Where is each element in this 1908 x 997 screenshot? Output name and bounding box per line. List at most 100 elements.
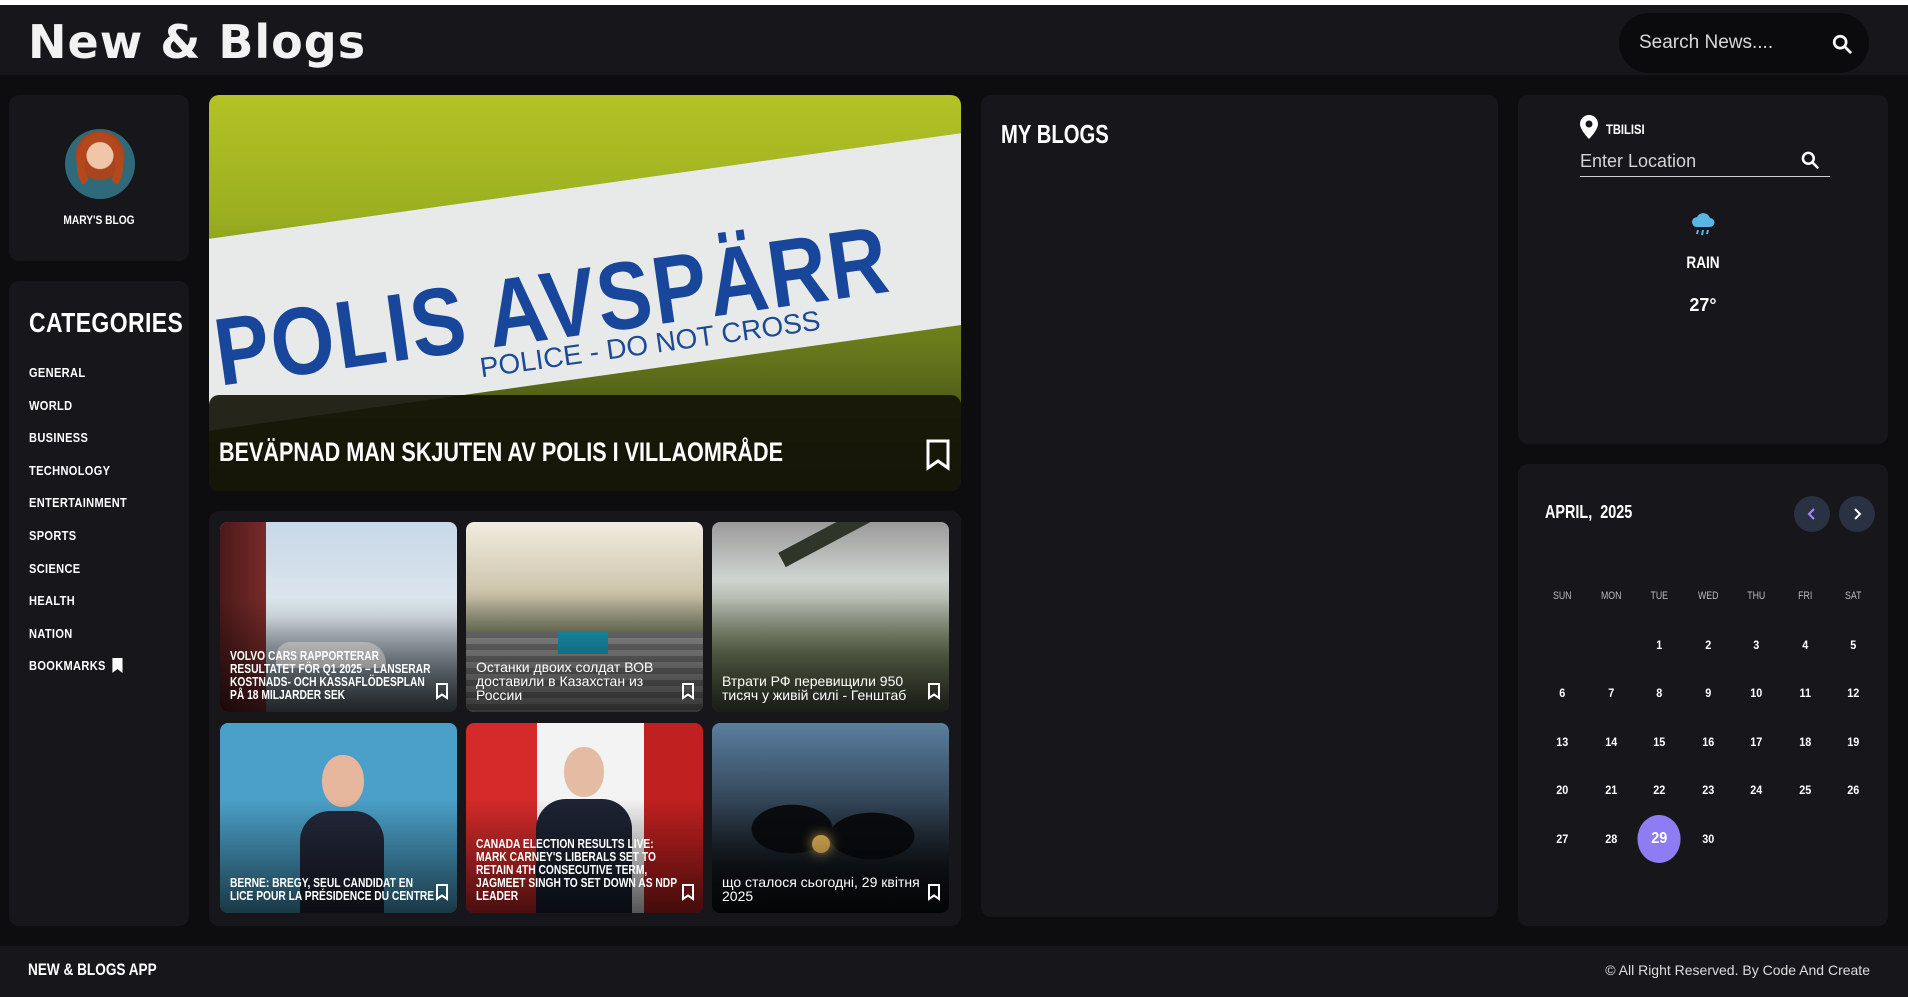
calendar-day[interactable]: 19 [1831, 718, 1875, 767]
category-technology[interactable]: TECHNOLOGY [29, 463, 127, 496]
bookmark-icon[interactable] [435, 683, 449, 704]
calendar-day[interactable]: 16 [1686, 718, 1730, 767]
news-search-input[interactable] [1639, 29, 1819, 57]
app-footer: NEW & BLOGS APP © All Right Reserved. By… [0, 946, 1908, 997]
weather-widget: TBILISI RAIN 27° [1518, 95, 1888, 444]
calendar-widget: APRIL, 2025 SUN MON TUE WED THU FRI SAT 1 2 3 4 5 6 7… [1518, 464, 1888, 926]
calendar-day[interactable]: 25 [1783, 766, 1827, 815]
category-world[interactable]: WORLD [29, 398, 127, 431]
calendar-day[interactable]: 20 [1540, 766, 1584, 815]
calendar-day[interactable]: 4 [1783, 621, 1827, 670]
calendar-day[interactable]: 11 [1783, 669, 1827, 718]
calendar-blank [1538, 621, 1587, 670]
news-card-title[interactable]: Втрати РФ перевищили 950 тисяч у живій с… [722, 674, 927, 702]
calendar-day[interactable]: 17 [1734, 718, 1778, 767]
news-card[interactable]: CANADA ELECTION RESULTS LIVE: MARK CARNE… [466, 723, 703, 913]
calendar-day[interactable]: 15 [1637, 718, 1681, 767]
calendar-day[interactable]: 1 [1637, 621, 1681, 670]
category-general[interactable]: GENERAL [29, 365, 127, 398]
bookmark-icon[interactable] [681, 884, 695, 905]
news-card-title[interactable]: VOLVO CARS RAPPORTERAR RESULTATET FÖR Q1… [230, 650, 435, 702]
category-nation[interactable]: NATION [29, 626, 127, 659]
calendar-day[interactable]: 10 [1734, 669, 1778, 718]
news-card-title[interactable]: CANADA ELECTION RESULTS LIVE: MARK CARNE… [476, 838, 681, 903]
calendar-day[interactable]: 28 [1589, 815, 1633, 864]
location-city: TBILISI [1606, 121, 1645, 137]
calendar-day[interactable]: 27 [1540, 815, 1584, 864]
categories-title: CATEGORIES [29, 307, 184, 338]
bookmark-icon[interactable] [925, 439, 951, 475]
location-input[interactable] [1580, 147, 1830, 177]
calendar-day[interactable]: 3 [1734, 621, 1778, 670]
calendar-day[interactable]: 12 [1831, 669, 1875, 718]
calendar-day[interactable]: 14 [1589, 718, 1633, 767]
chevron-left-icon [1807, 505, 1817, 524]
weekday-header: FRI [1797, 590, 1812, 603]
calendar-day[interactable]: 8 [1637, 669, 1681, 718]
calendar-day[interactable]: 30 [1686, 815, 1730, 864]
calendar-day[interactable]: 23 [1686, 766, 1730, 815]
news-card-title[interactable]: що сталося сьогодні, 29 квітня 2025 [722, 875, 927, 903]
featured-caption: BEVÄPNAD MAN SKJUTEN AV POLIS I VILLAOMR… [209, 395, 961, 491]
rain-cloud-icon [1690, 213, 1716, 241]
news-grid: VOLVO CARS RAPPORTERAR RESULTATET FÖR Q1… [209, 511, 961, 926]
profile-name[interactable]: MARY'S BLOG [23, 213, 176, 227]
news-card-title[interactable]: BERNE: BREGY, SEUL CANDIDAT EN LICE POUR… [230, 877, 435, 903]
weekday-header: SAT [1845, 590, 1862, 603]
footer-app-name: NEW & BLOGS APP [28, 960, 157, 979]
avatar[interactable] [65, 129, 135, 199]
categories-list: GENERAL WORLD BUSINESS TECHNOLOGY ENTERT… [29, 365, 144, 691]
calendar-day[interactable]: 9 [1686, 669, 1730, 718]
bookmark-icon[interactable] [681, 683, 695, 704]
featured-headline[interactable]: BEVÄPNAD MAN SKJUTEN AV POLIS I VILLAOMR… [219, 437, 783, 468]
news-card[interactable]: BERNE: BREGY, SEUL CANDIDAT EN LICE POUR… [220, 723, 457, 913]
calendar-month: APRIL, 2025 [1545, 502, 1633, 522]
weekday-header: SUN [1552, 590, 1572, 603]
location-display: TBILISI [1580, 115, 1654, 143]
category-business[interactable]: BUSINESS [29, 430, 127, 463]
calendar-day[interactable]: 13 [1540, 718, 1584, 767]
calendar-day[interactable]: 6 [1540, 669, 1584, 718]
profile-card: MARY'S BLOG [9, 95, 189, 261]
calendar-day[interactable]: 7 [1589, 669, 1633, 718]
bookmark-icon[interactable] [927, 683, 941, 704]
search-icon[interactable] [1831, 33, 1853, 59]
news-card-title[interactable]: Останки двоих солдат ВОВ доставили в Каз… [476, 660, 681, 702]
calendar-day[interactable]: 24 [1734, 766, 1778, 815]
location-pin-icon [1580, 115, 1598, 143]
site-title: New & Blogs [28, 15, 367, 69]
news-card[interactable]: Останки двоих солдат ВОВ доставили в Каз… [466, 522, 703, 712]
category-bookmarks[interactable]: BOOKMARKS [29, 658, 127, 691]
search-icon[interactable] [1800, 150, 1820, 174]
bookmark-icon [112, 658, 123, 676]
chevron-right-icon [1852, 505, 1862, 524]
category-sports[interactable]: SPORTS [29, 528, 127, 561]
weather-condition: RAIN [1686, 253, 1720, 272]
weekday-header: TUE [1650, 590, 1669, 603]
calendar-blank [1587, 621, 1636, 670]
category-entertainment[interactable]: ENTERTAINMENT [29, 495, 127, 528]
calendar-day[interactable]: 5 [1831, 621, 1875, 670]
calendar-day[interactable]: 18 [1783, 718, 1827, 767]
news-card[interactable]: VOLVO CARS RAPPORTERAR RESULTATET FÖR Q1… [220, 522, 457, 712]
news-card[interactable]: що сталося сьогодні, 29 квітня 2025 [712, 723, 949, 913]
category-health[interactable]: HEALTH [29, 593, 127, 626]
calendar-day[interactable]: 2 [1686, 621, 1730, 670]
bookmark-icon[interactable] [927, 884, 941, 905]
category-science[interactable]: SCIENCE [29, 561, 127, 594]
weather-temperature: 27° [1689, 295, 1717, 315]
featured-article[interactable]: POLIS AVSPÄRR POLICE - DO NOT CROSS BEVÄ… [209, 95, 961, 491]
footer-copyright: © All Right Reserved. By Code And Create [1605, 962, 1870, 978]
bookmark-icon[interactable] [435, 884, 449, 905]
weekday-header: WED [1697, 590, 1719, 603]
calendar-day[interactable]: 21 [1589, 766, 1633, 815]
calendar-prev-button[interactable] [1794, 496, 1830, 532]
calendar-day[interactable]: 26 [1831, 766, 1875, 815]
calendar-day-today[interactable]: 29 [1637, 814, 1681, 864]
news-card[interactable]: Втрати РФ перевищили 950 тисяч у живій с… [712, 522, 949, 712]
news-search [1619, 13, 1869, 73]
hero-image: POLIS AVSPÄRR POLICE - DO NOT CROSS [209, 126, 961, 434]
calendar-next-button[interactable] [1839, 496, 1875, 532]
calendar-day[interactable]: 22 [1637, 766, 1681, 815]
app-header: New & Blogs [0, 5, 1908, 75]
